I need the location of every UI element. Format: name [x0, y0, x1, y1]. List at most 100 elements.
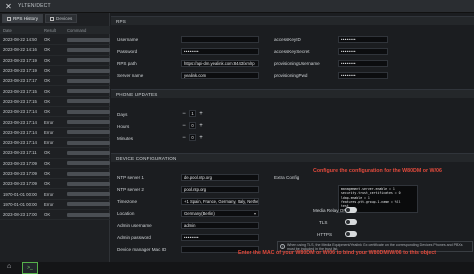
https-toggle[interactable]	[345, 231, 357, 237]
table-row[interactable]: 2023-08-23 17:19 OK	[0, 66, 110, 77]
access-key-secret-label: accessKeySecret	[274, 49, 310, 54]
column-header-command[interactable]: Command	[67, 28, 110, 33]
device-manager-mac-label: Device manager Mac ID	[117, 247, 167, 252]
history-panel: RPS History Devices Date Result Command …	[0, 13, 110, 274]
row-command-redacted	[67, 89, 110, 94]
access-key-id-field[interactable]: ••••••••	[338, 36, 388, 43]
table-row[interactable]: 2023-08-23 17:09 OK	[0, 169, 110, 180]
row-command-redacted	[67, 58, 110, 63]
redaction-bar	[67, 150, 110, 155]
tls-toggle[interactable]	[345, 219, 357, 225]
redaction-bar	[67, 212, 110, 217]
list-icon	[7, 16, 11, 21]
table-row[interactable]: 2023-08-23 17:00 OK	[0, 210, 110, 221]
table-row[interactable]: 2023-08-22 14:50 OK	[0, 35, 110, 46]
timezone-select[interactable]: +1 Spain, France, Germany, Italy, Nethe	[181, 198, 259, 205]
location-value: Germany(Berlin)	[184, 211, 215, 216]
table-row[interactable]: 1970-01-01 00:00 Error	[0, 189, 110, 200]
location-label: Location	[117, 211, 135, 216]
history-list: 2023-08-22 14:50 OK 2023-08-22 14:16 OK 2023…	[0, 35, 110, 221]
row-result: OK	[44, 57, 51, 63]
admin-password-label: Admin password	[117, 235, 151, 240]
table-row[interactable]: 2023-08-23 17:09 OK	[0, 159, 110, 169]
hours-value[interactable]: 0	[189, 122, 196, 129]
table-row[interactable]: 2023-08-23 17:14 Error	[0, 128, 110, 138]
admin-password-field[interactable]: ••••••••	[181, 234, 259, 241]
table-row[interactable]: 1970-01-01 00:00 Error	[0, 200, 110, 211]
table-header: Date Result Command	[0, 26, 110, 34]
table-row[interactable]: 2023-08-23 17:09 OK	[0, 179, 110, 190]
row-result: OK	[44, 37, 51, 43]
hours-stepper: − 0 +	[181, 122, 204, 129]
row-command-redacted	[67, 68, 110, 73]
row-command-redacted	[67, 130, 110, 135]
minus-icon[interactable]: −	[181, 111, 187, 117]
row-result: Error	[44, 140, 54, 146]
row-result: OK	[44, 109, 51, 115]
tab-bar: RPS History Devices	[2, 14, 78, 23]
row-date: 2023-08-23 17:14	[3, 140, 37, 146]
ntp-server-2-field[interactable]: pool.ntp.org	[181, 186, 259, 193]
server-name-label: Server name	[117, 73, 144, 78]
table-row[interactable]: 2023-08-23 17:11 OK	[0, 148, 110, 159]
row-result: OK	[44, 150, 51, 156]
media-relay-toggle[interactable]	[345, 207, 357, 213]
table-row[interactable]: 2023-08-23 17:15 OK	[0, 86, 110, 97]
rps-path-label: RPS path	[117, 61, 137, 66]
username-field[interactable]	[181, 36, 259, 43]
terminal-icon[interactable]: >_	[22, 262, 38, 274]
minus-icon[interactable]: −	[181, 135, 187, 141]
ntp-server-1-field[interactable]: de.pool.ntp.org	[181, 174, 259, 181]
row-result: Error	[44, 201, 54, 207]
access-key-secret-field[interactable]: ••••••••	[338, 48, 388, 55]
table-row[interactable]: 2023-08-23 17:17 OK	[0, 76, 110, 87]
table-row[interactable]: 2023-08-23 17:14 Error	[0, 138, 110, 149]
table-row[interactable]: 2023-08-23 17:14 Error	[0, 117, 110, 128]
rps-path-field[interactable]: https://api-dm.yealink.com:8443/xmlrp	[181, 60, 259, 67]
minutes-label: Minutes	[117, 136, 134, 141]
days-value[interactable]: 1	[189, 110, 196, 117]
redaction-bar	[67, 192, 110, 197]
table-row[interactable]: 2023-08-22 14:16 OK	[0, 45, 110, 56]
location-select[interactable]: Germany(Berlin) ▾	[181, 210, 259, 217]
home-icon[interactable]: ⌂	[7, 263, 16, 271]
redaction-bar	[67, 58, 110, 63]
days-label: Days	[117, 112, 128, 117]
server-name-field[interactable]: yealink.com	[181, 72, 259, 79]
tls-label: TLS	[319, 220, 328, 225]
plus-icon[interactable]: +	[198, 123, 204, 129]
minus-icon[interactable]: −	[181, 123, 187, 129]
table-row[interactable]: 2023-08-23 17:15 OK	[0, 97, 110, 108]
column-header-result[interactable]: Result	[44, 28, 67, 33]
password-field[interactable]: ••••••••	[181, 48, 259, 55]
row-date: 2023-08-23 17:00	[3, 212, 37, 218]
row-command-redacted	[67, 192, 110, 197]
row-result: OK	[44, 68, 51, 74]
plus-icon[interactable]: +	[198, 111, 204, 117]
redaction-bar	[67, 68, 110, 73]
row-command-redacted	[67, 161, 110, 166]
chevron-down-icon: ▾	[253, 211, 256, 216]
row-result: OK	[44, 212, 51, 218]
row-result: OK	[44, 78, 51, 84]
tab-devices[interactable]: Devices	[45, 14, 78, 23]
admin-username-field[interactable]: admin	[181, 222, 259, 229]
close-icon[interactable]: ✕	[4, 2, 13, 11]
table-row[interactable]: 2023-08-23 17:14 OK	[0, 107, 110, 118]
column-header-date[interactable]: Date	[0, 28, 44, 33]
section-header-device-configuration: DEVICE CONFIGURATION	[111, 153, 474, 162]
redaction-bar	[67, 99, 110, 104]
table-row[interactable]: 2023-08-23 17:19 OK	[0, 56, 110, 66]
plus-icon[interactable]: +	[198, 135, 204, 141]
tab-rps-history[interactable]: RPS History	[2, 14, 44, 23]
row-date: 2023-08-23 17:15	[3, 98, 37, 104]
provisioning-password-field[interactable]: ••••••••	[338, 72, 388, 79]
minutes-value[interactable]: 0	[189, 134, 196, 141]
row-date: 2023-08-23 17:19	[3, 57, 37, 63]
row-result: Error	[44, 129, 54, 135]
ntp-server-1-label: NTP server 1	[117, 175, 144, 180]
row-command-redacted	[67, 37, 110, 42]
row-command-redacted	[67, 109, 110, 114]
provisioning-username-field[interactable]: ••••••••	[338, 60, 388, 67]
password-label: Password	[117, 49, 138, 54]
